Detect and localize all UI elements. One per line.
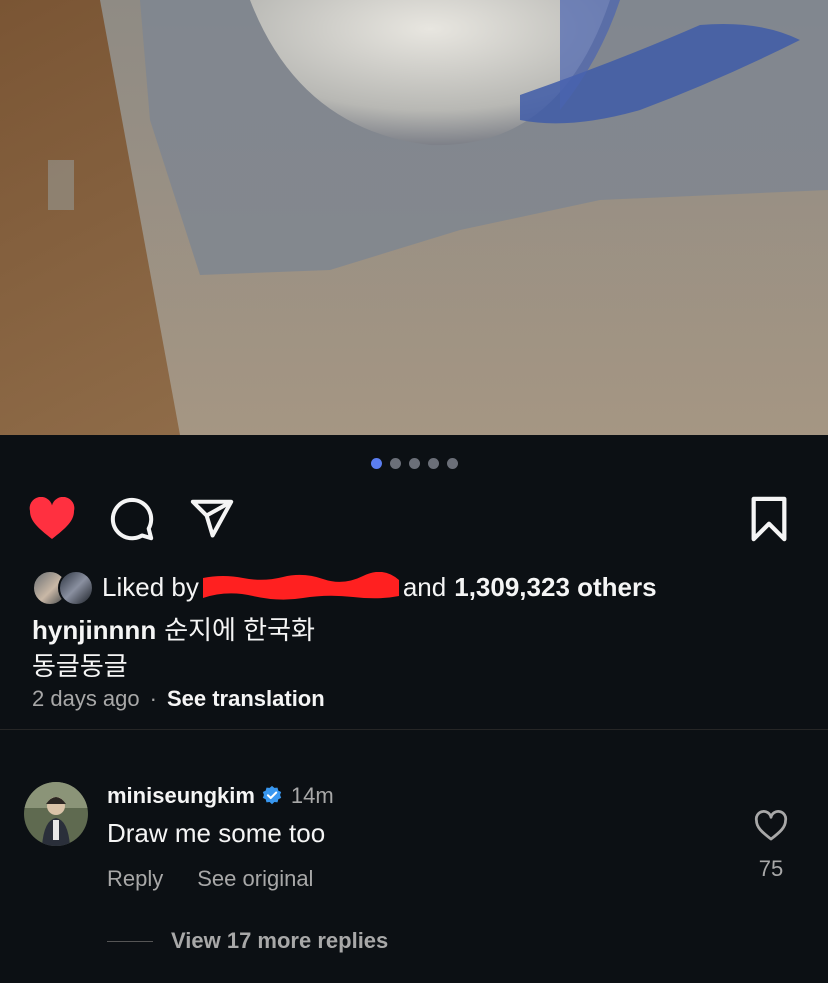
section-divider [0,729,828,730]
photo-artwork [0,0,828,435]
carousel-dot-active [370,458,382,469]
post-timestamp: 2 days ago [32,686,140,711]
see-translation-link[interactable]: See translation [167,686,325,712]
save-button[interactable] [744,494,794,544]
replies-divider-line [107,940,153,942]
liker-avatars [32,568,94,606]
comment-timestamp: 14m [290,783,334,808]
view-replies-button[interactable]: View 17 more replies [107,928,388,954]
comment-like-button[interactable] [748,806,794,846]
see-original-button[interactable]: See original [197,866,313,892]
post-caption: hynjinnnn 순지에 한국화 동글동글 [32,612,315,684]
heart-outline-icon [754,810,788,841]
comment-like-count: 75 [758,856,784,881]
carousel-dot [408,458,420,469]
share-button[interactable] [187,494,237,544]
caption-text-line2: 동글동글 [32,651,128,681]
share-icon [190,499,234,538]
reply-button[interactable]: Reply [107,866,163,892]
view-replies-label: View 17 more replies [171,928,389,953]
bookmark-icon [751,496,787,542]
comment-avatar[interactable] [24,782,88,846]
heart-filled-icon [29,497,75,539]
liked-by-label: Liked by [102,571,199,602]
comment-header: miniseungkim 14m [107,780,334,812]
verified-badge-icon [261,785,283,807]
comment-button[interactable] [107,494,157,544]
caption-username[interactable]: hynjinnnn [32,615,156,645]
redacted-username [202,571,399,602]
meta-separator: · [149,686,157,711]
carousel-indicator [0,458,828,472]
carousel-dot [446,458,458,469]
carousel-dot [427,458,439,469]
like-button[interactable] [27,494,77,544]
likes-summary[interactable]: Liked by and 1,309,323 others [32,566,657,608]
comment-icon [110,497,154,541]
post-photo[interactable] [0,0,828,435]
comment-username[interactable]: miniseungkim [107,783,255,809]
comment-text: Draw me some too [107,818,326,848]
post-meta: 2 days ago · See translation [32,686,325,712]
carousel-dot [389,458,401,469]
liked-by-and: and [402,571,447,602]
comment-actions: Reply See original [107,866,313,892]
post-action-bar [0,494,828,546]
avatar [58,570,94,606]
caption-text-line1: 순지에 한국화 [164,615,315,645]
likes-count[interactable]: 1,309,323 others [454,572,656,603]
